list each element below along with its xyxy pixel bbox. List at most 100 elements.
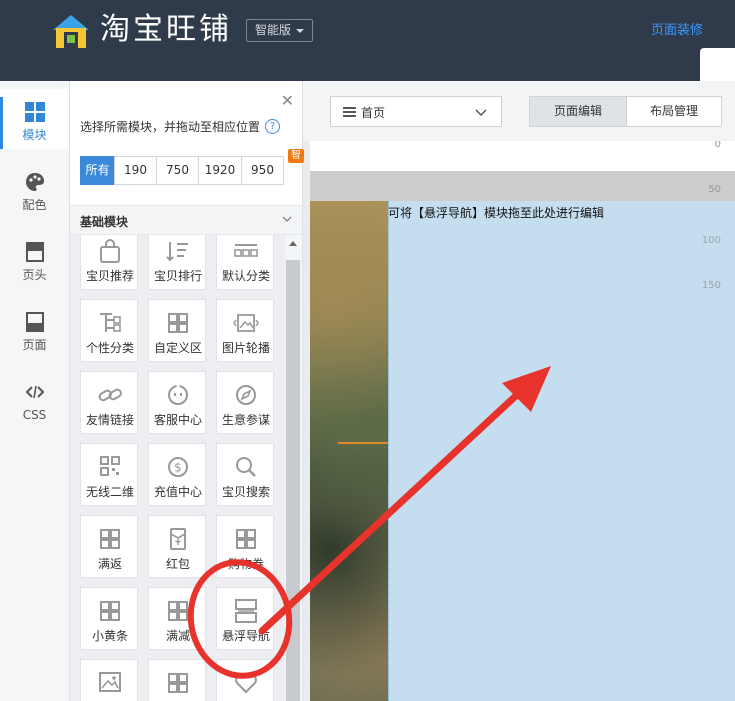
module-tile[interactable]: 图片轮播 — [216, 299, 274, 362]
width-filters: 所有 190 750 1920 950 — [80, 156, 284, 185]
qrcode-icon — [100, 456, 120, 476]
grid-icon — [236, 529, 256, 549]
compass-icon — [236, 385, 256, 405]
ranking-icon — [166, 242, 188, 262]
module-label: 宝贝搜索 — [221, 485, 270, 499]
filter-all[interactable]: 所有 — [80, 156, 115, 185]
edition-dropdown[interactable]: 智能版 — [246, 19, 314, 42]
module-tile[interactable]: 满返 — [80, 515, 138, 578]
menu-icon — [343, 107, 356, 117]
tab-page-edit[interactable]: 页面编辑 — [529, 96, 627, 127]
tab-layout-manage[interactable]: 布局管理 — [626, 96, 722, 127]
rail-item-css[interactable]: CSS — [0, 369, 69, 429]
page-decorate-link[interactable]: 页面装修 — [651, 22, 703, 40]
ruler-mark: 50 — [708, 184, 721, 195]
left-rail: 模块 配色 页头 页面 CSS — [0, 81, 70, 701]
taobao-logo-icon — [53, 15, 89, 48]
section-basic-modules[interactable]: 基础模块 — [70, 205, 302, 235]
link-icon — [98, 388, 122, 402]
module-tile[interactable]: 宝贝排行 — [148, 235, 206, 290]
module-tile[interactable]: 无线二维 — [80, 443, 138, 506]
module-label: 满返 — [97, 557, 122, 571]
page-icon — [25, 312, 44, 332]
rail-item-colors[interactable]: 配色 — [0, 159, 69, 219]
help-icon[interactable]: ? — [265, 119, 280, 134]
filter-950[interactable]: 950 — [241, 156, 284, 185]
module-tile[interactable]: $ 充值中心 — [148, 443, 206, 506]
module-tile-floating-nav[interactable]: 悬浮导航 — [216, 587, 274, 650]
module-grid: 宝贝推荐 宝贝排行 默认分类 个性分类 自定义区 图片轮播 友情链接 客服中心 … — [70, 235, 285, 701]
module-tile[interactable] — [80, 659, 138, 701]
red-packet-icon — [170, 528, 186, 550]
code-icon — [25, 385, 44, 399]
dollar-icon: $ — [168, 457, 188, 477]
module-tile[interactable]: 个性分类 — [80, 299, 138, 362]
bag-icon — [100, 239, 120, 263]
vertical-ruler: 0 50 100 150 — [701, 141, 735, 701]
module-tile[interactable]: 自定义区 — [148, 299, 206, 362]
module-label: 图片轮播 — [221, 341, 270, 355]
module-label: 悬浮导航 — [221, 629, 270, 643]
rail-item-page[interactable]: 页面 — [0, 299, 69, 359]
heart-icon — [235, 673, 257, 694]
page-select[interactable]: 首页 — [330, 96, 502, 127]
module-tile[interactable] — [216, 659, 274, 701]
edition-label: 智能版 — [255, 23, 292, 37]
rail-item-label: 配色 — [22, 198, 47, 212]
filter-190[interactable]: 190 — [114, 156, 157, 185]
rail-item-label: 页头 — [22, 268, 47, 282]
module-tile[interactable]: 友情链接 — [80, 371, 138, 434]
chevron-down-icon — [475, 109, 487, 117]
page-canvas: 可将【悬浮导航】模块拖至此处进行编辑 0 50 100 150 — [310, 141, 735, 701]
tree-icon — [100, 313, 121, 332]
service-icon — [168, 384, 188, 405]
banner-photo — [310, 201, 388, 701]
filter-750[interactable]: 750 — [156, 156, 199, 185]
module-tile[interactable]: 生意参谋 — [216, 371, 274, 434]
editor-toolbar: 首页 页面编辑 布局管理 — [303, 81, 735, 141]
module-tile[interactable]: 满减 — [148, 587, 206, 650]
header-tab[interactable] — [700, 48, 735, 81]
module-label: 个性分类 — [85, 341, 134, 355]
module-tile[interactable]: 客服中心 — [148, 371, 206, 434]
image-icon — [99, 672, 121, 692]
drop-zone[interactable] — [388, 201, 735, 701]
grid-icon — [100, 529, 120, 549]
image-carousel-icon — [233, 314, 259, 332]
module-label: 小黄条 — [91, 629, 128, 643]
module-label: 自定义区 — [153, 341, 202, 355]
rail-item-modules[interactable]: 模块 — [0, 89, 69, 149]
svg-text:$: $ — [174, 461, 182, 475]
caret-down-icon — [296, 28, 305, 33]
selected-page: 首页 — [361, 106, 386, 120]
floating-nav-icon — [235, 599, 257, 623]
rail-item-label: CSS — [22, 408, 47, 422]
module-label: 友情链接 — [85, 413, 134, 427]
module-tile[interactable]: 宝贝搜索 — [216, 443, 274, 506]
grid-icon — [168, 673, 188, 693]
module-tile[interactable]: 宝贝推荐 — [80, 235, 138, 290]
top-header: 淘宝旺铺 智能版 页面装修 — [0, 0, 735, 81]
filter-1920[interactable]: 1920 — [198, 156, 242, 185]
module-label: 购物券 — [227, 557, 264, 571]
ruler-mark: 100 — [701, 235, 721, 246]
module-tile[interactable] — [148, 659, 206, 701]
ruler-mark: 0 — [714, 141, 721, 150]
scroll-thumb[interactable] — [286, 260, 300, 701]
chevron-down-icon — [282, 216, 292, 222]
rail-item-label: 模块 — [22, 128, 47, 142]
module-scrollbar[interactable] — [285, 235, 302, 701]
close-icon[interactable]: ✕ — [281, 93, 294, 109]
module-tile[interactable]: 默认分类 — [216, 235, 274, 290]
module-label: 宝贝推荐 — [85, 269, 134, 283]
module-label: 客服中心 — [153, 413, 202, 427]
ruler-mark: 150 — [701, 280, 721, 291]
module-tile[interactable]: 小黄条 — [80, 587, 138, 650]
page-header-icon — [25, 242, 44, 262]
module-tile[interactable]: 红包 — [148, 515, 206, 578]
panel-hint: 选择所需模块，并拖动至相应位置 — [80, 120, 261, 134]
app-logo-text: 淘宝旺铺 — [100, 12, 232, 47]
module-tile[interactable]: 购物券 — [216, 515, 274, 578]
rail-item-page-header[interactable]: 页头 — [0, 229, 69, 289]
scroll-up-icon[interactable] — [289, 241, 297, 246]
